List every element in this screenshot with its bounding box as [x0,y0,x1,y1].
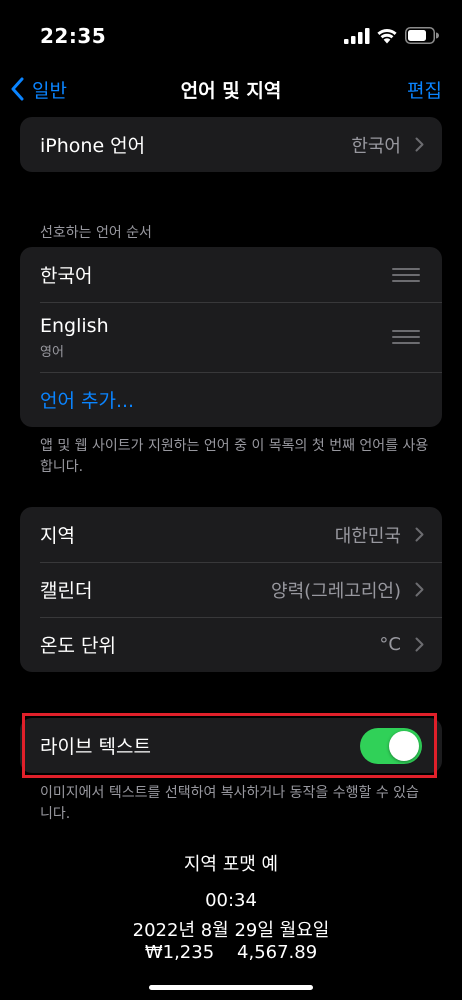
format-example-title: 지역 포맷 예 [183,854,279,875]
calendar-value: 양력(그레고리언) [271,580,401,602]
highlight-annotation [22,713,437,778]
status-bar: 22:35 [0,0,462,70]
chevron-right-icon [415,637,424,652]
language-name: English [40,314,109,337]
temperature-unit-label: 온도 단위 [40,635,116,657]
page-title: 언어 및 지역 [180,80,282,102]
temperature-unit-row[interactable]: 온도 단위 °C [20,617,442,672]
wifi-icon [377,28,397,44]
add-language-row[interactable]: 언어 추가... [20,372,442,427]
region-label: 지역 [40,525,75,547]
preferred-languages-group: 한국어 English 영어 언어 추가... [20,247,442,427]
chevron-right-icon [415,137,424,152]
edit-button[interactable]: 편집 [407,76,442,103]
preferred-languages-header: 선호하는 언어 순서 [40,225,152,241]
add-language-link[interactable]: 언어 추가... [40,386,134,413]
format-example-date: 2022년 8월 29일 월요일 [132,920,330,941]
status-time: 22:35 [40,24,107,48]
iphone-language-group: iPhone 언어 한국어 [20,117,442,172]
battery-icon [405,27,439,44]
format-example-numbers: ₩1,235 4,567.89 [144,942,318,963]
region-value: 대한민국 [334,525,401,547]
language-name: 한국어 [40,265,93,287]
chevron-right-icon [415,582,424,597]
temperature-unit-value: °C [379,634,401,655]
calendar-label: 캘린더 [40,580,93,602]
region-row[interactable]: 지역 대한민국 [20,507,442,562]
reorder-grip-icon[interactable] [392,330,420,344]
iphone-language-row[interactable]: iPhone 언어 한국어 [20,117,442,172]
home-indicator[interactable] [149,985,313,990]
language-row-english[interactable]: English 영어 [20,302,442,372]
preferred-languages-footnote: 앱 및 웹 사이트가 지원하는 언어 중 이 목록의 첫 번째 언어를 사용합니… [40,438,429,475]
cellular-signal-icon [344,28,370,44]
iphone-language-label: iPhone 언어 [40,135,146,157]
navigation-bar: 일반 언어 및 지역 편집 [0,70,462,110]
language-native-name: 영어 [40,344,64,360]
reorder-grip-icon[interactable] [392,267,420,282]
region-settings-group: 지역 대한민국 캘린더 양력(그레고리언) 온도 단위 °C [20,507,442,672]
live-text-footnote: 이미지에서 텍스트를 선택하여 복사하거나 동작을 수행할 수 있습니다. [40,785,419,822]
chevron-right-icon [415,527,424,542]
format-example-time: 00:34 [205,890,257,911]
language-row-korean[interactable]: 한국어 [20,247,442,302]
calendar-row[interactable]: 캘린더 양력(그레고리언) [20,562,442,617]
iphone-language-value: 한국어 [351,135,401,157]
